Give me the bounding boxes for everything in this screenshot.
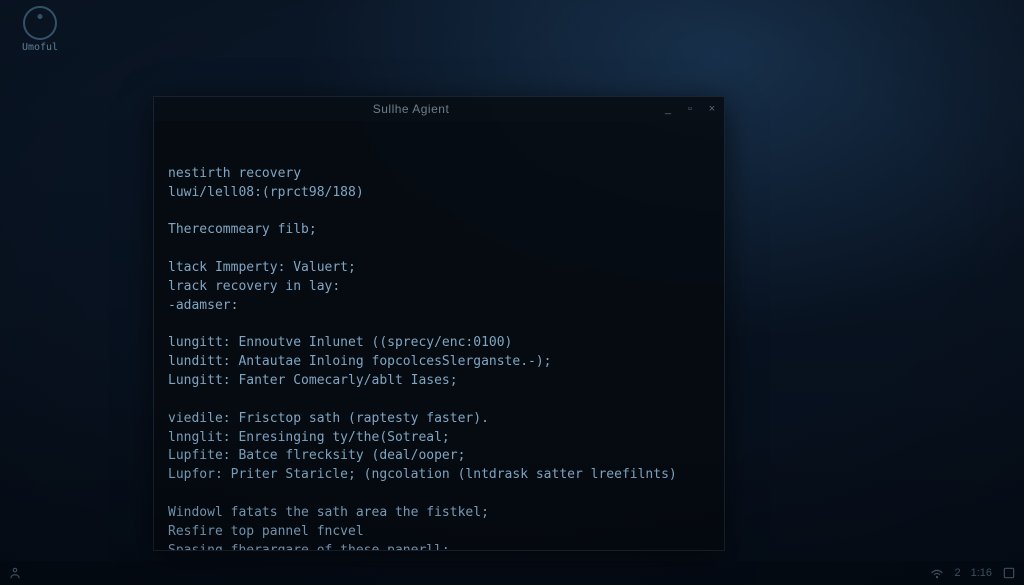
terminal-line: lunditt: Antautae Inloing fopcolcesSlerg…	[168, 353, 710, 372]
terminal-line	[168, 391, 710, 410]
terminal-line: luwi/lell08:(rprct98/188)	[168, 184, 710, 203]
terminal-body[interactable]: nestirth recoveryluwi/lell08:(rprct98/18…	[154, 121, 724, 550]
network-icon[interactable]	[930, 566, 944, 580]
desktop-icon[interactable]: Umoful	[10, 6, 70, 53]
terminal-line: ltack Immperty: Valuert;	[168, 259, 710, 278]
terminal-line: lungitt: Ennoutve Inlunet ((sprecy/enc:0…	[168, 334, 710, 353]
desktop-icon-label: Umoful	[10, 42, 70, 53]
terminal-line	[168, 315, 710, 334]
terminal-line	[168, 485, 710, 504]
terminal-line: -adamser:	[168, 297, 710, 316]
status-text: 2	[954, 567, 960, 579]
terminal-line: viedile: Frisctop sath (raptesty faster)…	[168, 410, 710, 429]
terminal-line: lrack recovery in lay:	[168, 278, 710, 297]
terminal-title: Sullhe Agient	[160, 102, 662, 116]
minimize-button[interactable]: _	[662, 104, 674, 115]
clock[interactable]: 1:16	[971, 567, 992, 579]
terminal-output: nestirth recoveryluwi/lell08:(rprct98/18…	[168, 165, 710, 550]
terminal-line: Lupfor: Priter Staricle; (ngcolation (ln…	[168, 466, 710, 485]
app-launcher-icon	[23, 6, 57, 40]
close-button[interactable]: ×	[706, 104, 718, 115]
window-controls: _ ▫ ×	[662, 104, 718, 115]
terminal-line: lnnglit: Enresinging ty/the(Sotreal;	[168, 429, 710, 448]
terminal-titlebar[interactable]: Sullhe Agient _ ▫ ×	[154, 97, 724, 121]
terminal-window[interactable]: Sullhe Agient _ ▫ × nestirth recoveryluw…	[153, 96, 725, 551]
terminal-line	[168, 240, 710, 259]
tray-box-icon[interactable]	[1002, 566, 1016, 580]
terminal-line: Lungitt: Fanter Comecarly/ablt Iases;	[168, 372, 710, 391]
menu-icon[interactable]	[8, 566, 22, 580]
terminal-line: nestirth recovery	[168, 165, 710, 184]
maximize-button[interactable]: ▫	[684, 104, 696, 115]
taskbar[interactable]: 2 1:16	[0, 561, 1024, 585]
terminal-line: Spasing fherargare of these panerll;	[168, 542, 710, 550]
terminal-line: Windowl fatats the sath area the fistkel…	[168, 504, 710, 523]
terminal-line: Therecommeary filb;	[168, 221, 710, 240]
terminal-line: Resfire top pannel fncvel	[168, 523, 710, 542]
terminal-line: Lupfite: Batce flrecksity (deal/ooper;	[168, 447, 710, 466]
terminal-line	[168, 202, 710, 221]
